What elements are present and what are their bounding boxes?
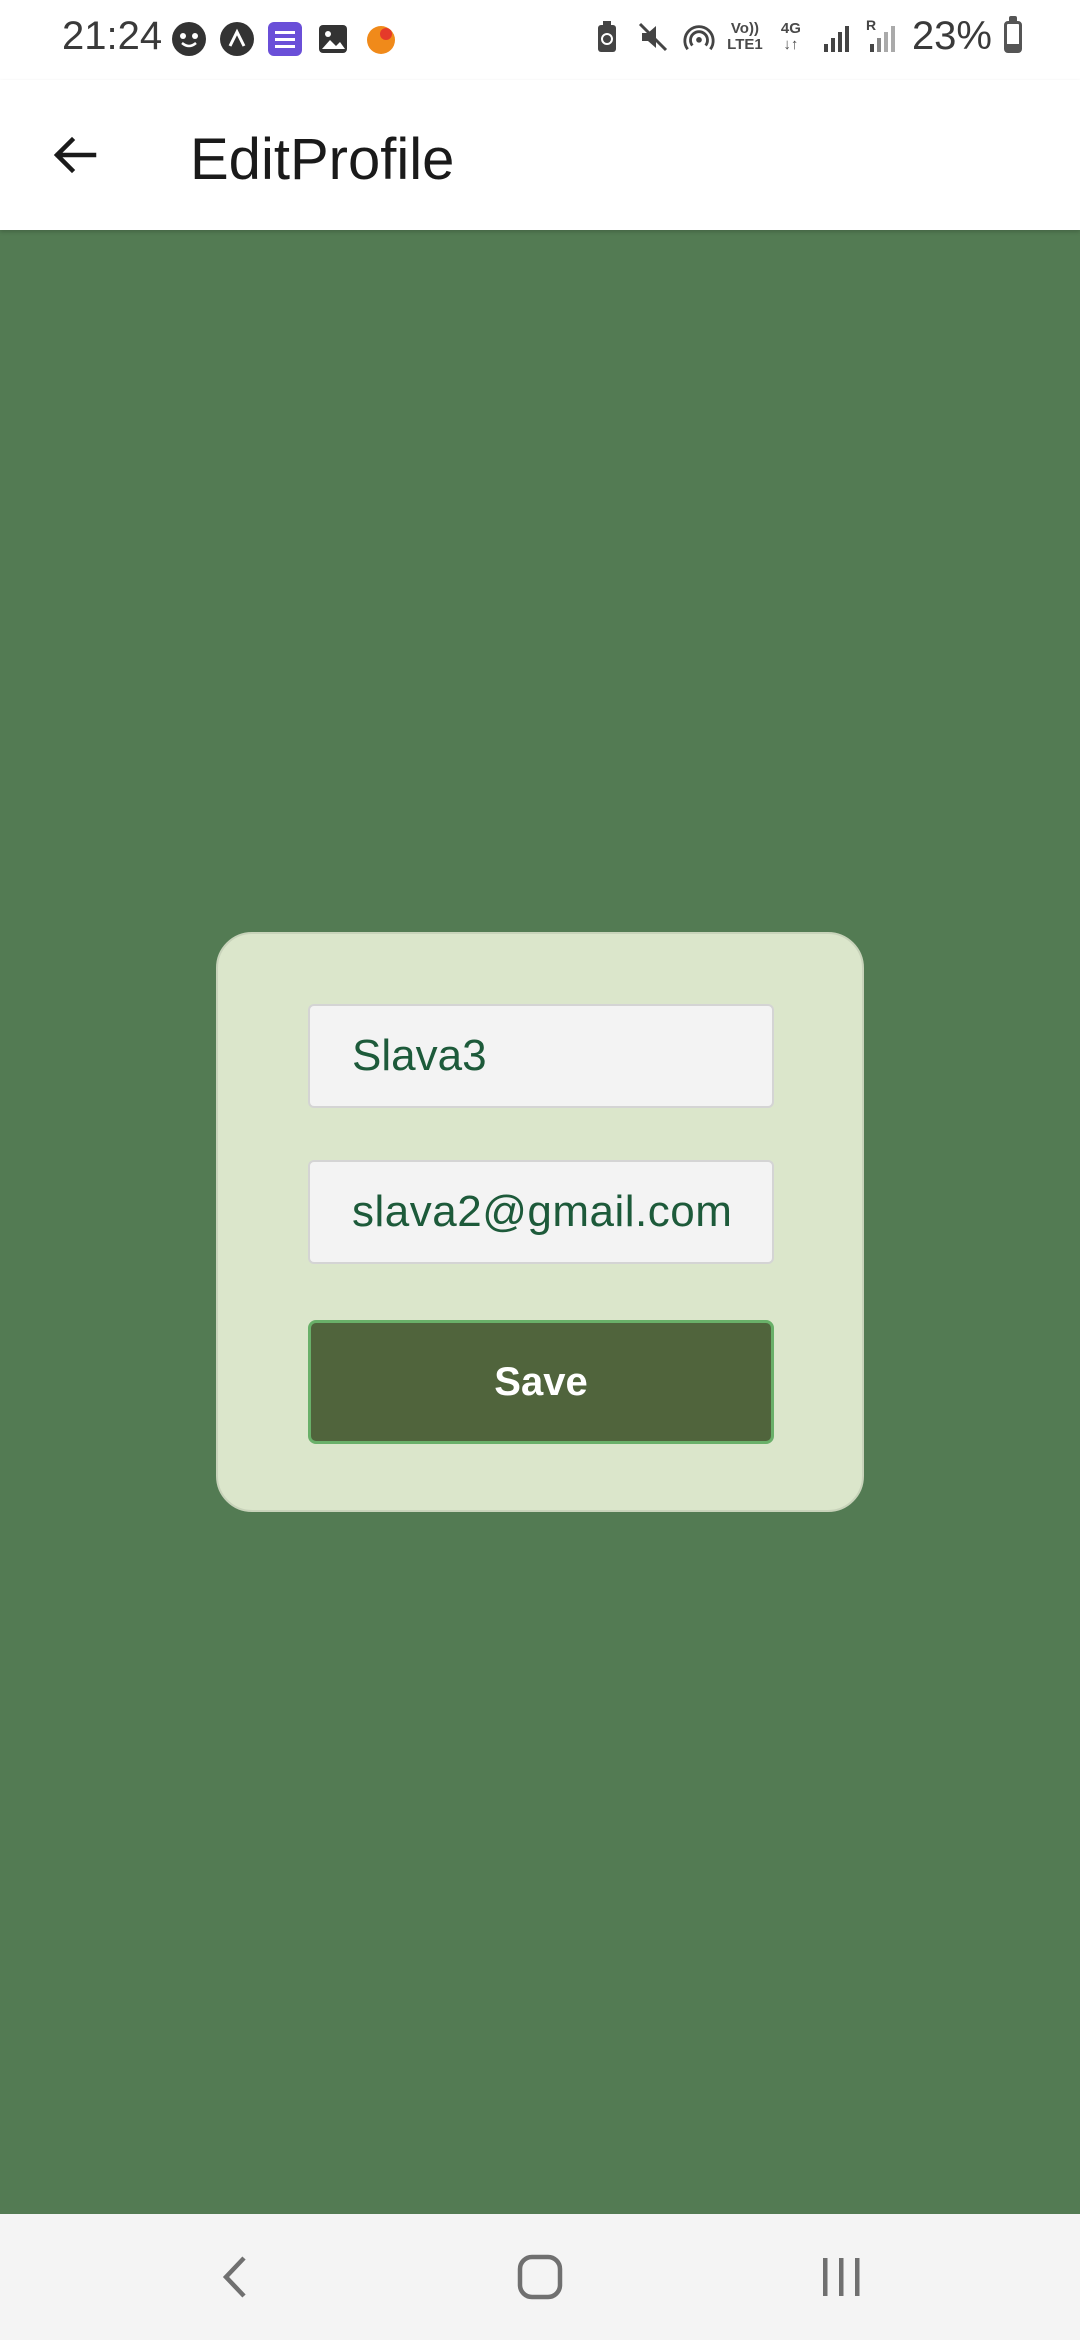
gallery-icon — [316, 22, 350, 56]
status-bar: 21:24 Vo)) LTE1 4G ↓↑ R 23% — [0, 0, 1080, 80]
status-time: 21:24 — [62, 14, 163, 58]
notification-icons — [172, 22, 398, 56]
back-button[interactable] — [40, 120, 110, 190]
4g-label: 4G — [780, 19, 801, 37]
page-title: EditProfile — [190, 127, 455, 192]
system-status-icons: Vo)) LTE1 4G ↓↑ R 23% — [590, 14, 1022, 59]
nav-home-button[interactable] — [500, 2242, 580, 2312]
nav-back-button[interactable] — [196, 2242, 276, 2312]
4g-icon: 4G ↓↑ — [780, 19, 801, 53]
volte-label: Vo)) — [730, 19, 759, 37]
screen: 21:24 Vo)) LTE1 4G ↓↑ R 23% EditProfile … — [0, 0, 1080, 2340]
mute-icon — [636, 17, 670, 57]
edit-profile-card: Save — [216, 932, 864, 1512]
orange-dot-icon — [364, 22, 398, 56]
battery-fill — [1007, 43, 1019, 50]
battery-saver-icon — [590, 17, 624, 57]
navigation-bar — [0, 2214, 1080, 2340]
email-field[interactable] — [308, 1160, 774, 1264]
volte-icon: Vo)) LTE1 — [727, 17, 763, 57]
roaming-label: R — [865, 16, 877, 33]
app-bar: EditProfile — [0, 80, 1080, 230]
save-button[interactable]: Save — [308, 1320, 774, 1444]
nav-recents-button[interactable] — [802, 2242, 882, 2312]
signal-icon — [820, 17, 854, 57]
arrow-left-icon — [53, 136, 97, 174]
back-nav-icon — [222, 2256, 246, 2298]
arrow-up-circle-icon — [220, 22, 254, 56]
battery-icon — [1004, 15, 1022, 53]
recents-nav-icon — [823, 2258, 860, 2296]
list-app-icon — [268, 22, 302, 56]
lte-label: LTE1 — [727, 35, 763, 53]
name-field[interactable] — [308, 1004, 774, 1108]
hotspot-icon — [682, 17, 716, 57]
face-icon — [172, 22, 206, 56]
battery-percent: 23% — [911, 14, 992, 58]
home-nav-icon — [517, 2254, 563, 2300]
roaming-signal-icon: R — [866, 17, 900, 57]
